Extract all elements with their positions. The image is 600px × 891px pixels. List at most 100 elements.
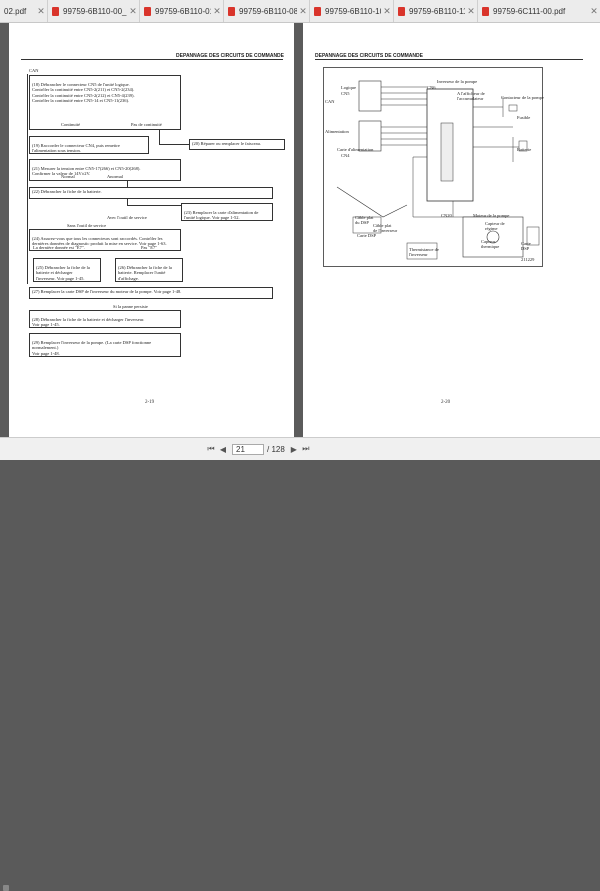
figure-number: 211229 [521,257,535,262]
tab-label: 99759-6B110-08_HY... [239,6,297,16]
tab-2[interactable]: 99759-6B110-01_GE... ✕ [140,0,224,22]
tab-label: 99759-6C111-00.pdf [493,6,566,16]
first-page-icon[interactable]: ⏮ [205,444,217,455]
step-18-ok: Continuité [61,122,80,127]
cable-dsp-label: Câble plat du DSP [355,215,374,225]
step-27-box: (27) Remplacer la carte DSP de l'inverse… [29,287,273,299]
cn6-label: CN6 [427,85,436,90]
step-28-box: (28) Débrancher la fiche de la batterie … [29,310,181,328]
page-navigation: ⏮ ◀ 21 / 128 ▶ ⏭ [205,443,312,455]
cn20-label: CN20 [441,213,452,218]
step-24-last: La dernière donnée est "E7". [33,245,85,250]
capteur-therm-label: Capteur thermique [481,239,500,249]
can-label: CAN [29,68,39,73]
pdf-icon [52,6,59,16]
tab-4[interactable]: 99759-6B110-10_SER... ✕ [310,0,394,22]
step-text: (27) Remplacer la carte DSP de l'inverse… [32,289,182,294]
tab-label: 99759-6B110-00_FOR... [63,6,127,16]
prev-page-icon[interactable]: ◀ [217,444,229,455]
step-text: (25) Débrancher la fiche de la batterie … [36,265,90,281]
with-tool-label: Avec l'outil de service [107,215,147,220]
header-rule [21,59,283,60]
alimentation-label: Alimentation [325,129,349,134]
cn4-label: CN4 [341,153,350,158]
afficheur-label: A l'afficheur de l'accumulateur [457,91,485,101]
close-icon[interactable]: ✕ [35,6,47,17]
carte-alim-label: Carte d'alimentation [337,147,374,152]
step-21-box: (21) Mesurer la tension entre CN5-17(266… [29,159,181,181]
close-icon[interactable]: ✕ [297,6,309,17]
close-icon[interactable]: ✕ [381,6,393,17]
step-text: (29) Remplacer l'inverseur de la pompe. … [32,340,152,356]
step-text: (19) Raccorder le connecteur CN4, puis r… [32,143,120,154]
step-25-box: (25) Débrancher la fiche de la batterie … [33,258,101,282]
carte-dsp2-label: Carte DSP [521,241,531,251]
step-21-normal: Normal [61,174,75,179]
cn5-label: CN5 [341,91,350,96]
without-tool-label: Sans l'outil de service [67,223,107,228]
sidebar-toggle-icon[interactable] [3,885,9,891]
can-label: CAN [325,99,335,104]
pdf-icon [228,6,235,16]
tab-label: 99759-6B110-10_SER... [325,6,381,16]
document-viewer[interactable]: DEPANNAGE DES CIRCUITS DE COMMANDE CAN (… [0,23,600,437]
next-page-icon[interactable]: ▶ [288,444,300,455]
step-26-box: (26) Débrancher la fiche de la batterie.… [115,258,183,282]
tab-0[interactable]: 02.pdf ✕ [0,0,48,22]
moteur-label: Moteur de la pompe [473,213,510,218]
contacteur-label: Contacteur de la pompe [501,95,544,100]
step-18-ng: Pas de continuité [131,122,162,127]
capteur-regime-label: Capteur de régime [485,221,505,231]
viewer-toolbar: ⏮ ◀ 21 / 128 ▶ ⏭ [0,437,600,891]
batterie-label: Batterie [517,147,532,152]
connector-line [27,74,28,284]
step-22-box: (22) Débrancher la fiche de la batterie. [29,187,273,199]
close-icon[interactable]: ✕ [465,6,477,17]
connector-line [159,144,189,145]
step-29-box: (29) Remplacer l'inverseur de la pompe. … [29,333,181,357]
tab-5[interactable]: 99759-6B110-11_OP... ✕ [394,0,478,22]
page-total: / 128 [267,444,285,454]
thermistance-label: Thermistance de l'inverseur [409,247,439,257]
step-text: (28) Débrancher la fiche de la batterie … [32,317,145,328]
fusible-label: Fusible [517,115,531,120]
logic-label: Logique [341,85,356,90]
connector-line [159,130,160,144]
step-24-not: Pas "E7" [141,245,158,250]
step-21-abnormal: Anormal [107,174,123,179]
page-number: 2-19 [145,400,155,405]
pdf-icon [144,6,151,16]
step-text: (20) Réparer ou remplacer le faisceau. [192,141,261,146]
tab-6[interactable]: 99759-6C111-00.pdf ✕ [478,0,600,22]
step-text: (23) Remplacer la carte d'alimentation d… [184,210,259,221]
inverseur-label: Inverseur de la pompe [437,79,478,84]
close-icon[interactable]: ✕ [127,6,139,17]
last-page-icon[interactable]: ⏭ [300,444,312,455]
step-text: (26) Débrancher la fiche de la batterie.… [118,265,172,281]
page-number-input[interactable]: 21 [232,443,264,455]
page-number: 2-20 [441,400,451,405]
step-20-box: (20) Réparer ou remplacer le faisceau. [189,139,285,150]
step-text: (21) Mesurer la tension entre CN5-17(266… [32,166,141,177]
pdf-icon [482,6,489,16]
tab-3[interactable]: 99759-6B110-08_HY... ✕ [224,0,310,22]
pdf-icon [314,6,321,16]
pdf-icon [398,6,405,16]
close-icon[interactable]: ✕ [211,6,223,17]
step-text: (22) Débrancher la fiche de la batterie. [32,189,102,194]
cable-plat-label: Câble plat de l'inverseur [373,223,398,233]
pdf-page-left: DEPANNAGE DES CIRCUITS DE COMMANDE CAN (… [9,23,294,437]
tab-label: 99759-6B110-11_OP... [409,6,465,16]
tab-label: 99759-6B110-01_GE... [155,6,211,16]
close-icon[interactable]: ✕ [588,6,600,17]
step-19-box: (19) Raccorder le connecteur CN4, puis r… [29,136,149,154]
if-persists-label: Si la panne persiste [113,304,148,309]
tab-label: 02.pdf [4,6,27,16]
tab-bar: 02.pdf ✕ 99759-6B110-00_FOR... ✕ 99759-6… [0,0,600,23]
pdf-page-right: DEPANNAGE DES CIRCUITS DE COMMANDE Logiq… [303,23,600,437]
tab-1[interactable]: 99759-6B110-00_FOR... ✕ [48,0,140,22]
step-text: (18) Débrancher le connecteur CN5 de l'u… [32,82,135,103]
step-23-box: (23) Remplacer la carte d'alimentation d… [181,203,273,221]
carte-dsp-label: Carte DSP [357,233,377,238]
header-rule [315,59,583,60]
